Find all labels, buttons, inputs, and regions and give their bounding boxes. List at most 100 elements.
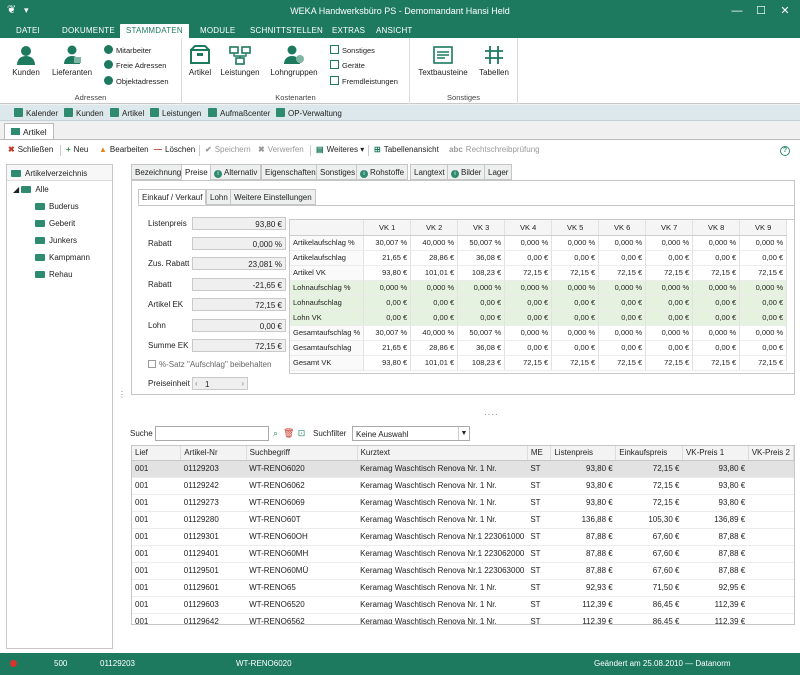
rabatt-amount-field[interactable]: -21,65 €: [192, 278, 286, 291]
vk-cell[interactable]: 0,00 €: [551, 250, 600, 266]
menu-module[interactable]: MODULE: [200, 26, 235, 35]
lieferanten-button[interactable]: Lieferanten: [50, 44, 94, 77]
splitter-handle[interactable]: ⋮: [118, 390, 126, 399]
vk-cell[interactable]: 0,000 %: [551, 280, 600, 296]
doc-tab-artikel[interactable]: Artikel: [4, 123, 54, 139]
rechtschreib-button[interactable]: abc Rechtschreibprüfung: [449, 145, 540, 154]
list-col-artikel-nr[interactable]: Artikel-Nr: [180, 446, 247, 461]
vk-cell[interactable]: 0,00 €: [551, 340, 600, 356]
vk-cell[interactable]: 40,000 %: [410, 325, 459, 341]
vk-cell[interactable]: 72,15 €: [692, 265, 741, 281]
vk-cell[interactable]: 0,000 %: [598, 280, 647, 296]
table-row[interactable]: 001 01129603 WT-RENO6520 Keramag Waschtisch…: [132, 596, 794, 614]
search-input[interactable]: [155, 426, 269, 441]
vk-col-header[interactable]: VK 8: [692, 220, 741, 236]
vk-cell[interactable]: 72,15 €: [551, 265, 600, 281]
list-col-kurztext[interactable]: Kurztext: [357, 446, 528, 461]
quick-op-verwaltung[interactable]: OP-Verwaltung: [276, 108, 342, 118]
vk-cell[interactable]: 0,00 €: [457, 295, 506, 311]
vk-cell[interactable]: 0,00 €: [645, 310, 694, 326]
vk-cell[interactable]: 72,15 €: [692, 355, 741, 371]
vk-cell[interactable]: 36,08 €: [457, 250, 506, 266]
lohn-field[interactable]: 0,00 €: [192, 319, 286, 332]
vk-cell[interactable]: 0,000 %: [692, 235, 741, 251]
vk-cell[interactable]: 0,00 €: [598, 250, 647, 266]
vk-cell[interactable]: 0,000 %: [457, 280, 506, 296]
menu-datei[interactable]: DATEI: [16, 26, 40, 35]
artikel-button[interactable]: Artikel: [185, 44, 215, 77]
vk-cell[interactable]: 28,86 €: [410, 340, 459, 356]
table-row[interactable]: 001 01129601 WT-RENO65 Keramag Waschtisch R…: [132, 579, 794, 597]
vk-cell[interactable]: 72,15 €: [598, 355, 647, 371]
list-col-listenpreis[interactable]: Listenpreis: [550, 446, 617, 461]
weiteres-button[interactable]: ▤ Weiteres ▾: [316, 145, 364, 154]
artikel-ek-field[interactable]: 72,15 €: [192, 298, 286, 311]
freie-adressen-button[interactable]: Freie Adressen: [104, 60, 166, 70]
vk-cell[interactable]: 50,007 %: [457, 235, 506, 251]
vk-cell[interactable]: 0,000 %: [551, 235, 600, 251]
aufschlag-checkbox[interactable]: %-Satz "Aufschlag" beibehalten: [148, 360, 271, 369]
quick-artikel[interactable]: Artikel: [110, 108, 144, 118]
summe-ek-field[interactable]: 72,15 €: [192, 339, 286, 352]
quick-leistungen[interactable]: Leistungen: [150, 108, 201, 118]
tab-alternativ[interactable]: i Alternativ: [210, 164, 262, 180]
zus-rabatt-field[interactable]: 23,081 %: [192, 257, 286, 270]
vk-cell[interactable]: 21,65 €: [363, 250, 412, 266]
vk-cell[interactable]: 0,00 €: [551, 310, 600, 326]
horizontal-splitter[interactable]: ····: [484, 410, 499, 419]
quick-kalender[interactable]: Kalender: [14, 108, 58, 118]
list-col-vk-preis-2[interactable]: VK-Preis 2: [748, 446, 794, 461]
vk-cell[interactable]: 93,80 €: [363, 355, 412, 371]
menu-extras[interactable]: EXTRAS: [332, 26, 365, 35]
table-row[interactable]: 001 01129501 WT-RENO60MÜ Keramag Waschtisch…: [132, 562, 794, 580]
vk-cell[interactable]: 72,15 €: [645, 355, 694, 371]
vk-col-header[interactable]: VK 5: [551, 220, 600, 236]
checkbox-box[interactable]: [148, 360, 156, 368]
vk-cell[interactable]: 0,000 %: [645, 280, 694, 296]
list-col-einkaufspreis[interactable]: Einkaufspreis: [615, 446, 683, 461]
tree-node-rehau[interactable]: Rehau: [7, 266, 112, 283]
vk-cell[interactable]: 0,00 €: [692, 295, 741, 311]
kunden-button[interactable]: Kunden: [8, 44, 44, 77]
maximize-button[interactable]: ☐: [750, 0, 772, 22]
vk-cell[interactable]: 101,01 €: [410, 265, 459, 281]
list-col-lief[interactable]: Lief: [132, 446, 182, 461]
vk-cell[interactable]: 0,000 %: [739, 325, 788, 341]
vk-cell[interactable]: 0,00 €: [645, 340, 694, 356]
vk-cell[interactable]: 0,000 %: [504, 235, 553, 251]
vk-cell[interactable]: 0,000 %: [645, 235, 694, 251]
vk-cell[interactable]: 72,15 €: [739, 355, 788, 371]
vk-cell[interactable]: 101,01 €: [410, 355, 459, 371]
preiseinheit-stepper[interactable]: ‹ 1 ›: [192, 377, 248, 390]
vk-cell[interactable]: 36,08 €: [457, 340, 506, 356]
vk-cell[interactable]: 30,007 %: [363, 325, 412, 341]
vk-cell[interactable]: 0,000 %: [692, 280, 741, 296]
sonstiges-button[interactable]: Sonstiges: [330, 45, 375, 55]
vk-cell[interactable]: 0,000 %: [739, 280, 788, 296]
vk-cell[interactable]: 0,00 €: [457, 310, 506, 326]
table-row[interactable]: 001 01129401 WT-RENO60MH Keramag Waschtisch…: [132, 545, 794, 563]
subtab-lohn[interactable]: Lohn: [206, 189, 232, 205]
vk-cell[interactable]: 0,00 €: [551, 295, 600, 311]
tab-eigenschaften[interactable]: Eigenschaften: [261, 164, 320, 180]
vk-cell[interactable]: 0,00 €: [504, 295, 553, 311]
filter-select[interactable]: Keine Auswahl ▼: [352, 426, 470, 441]
vk-cell[interactable]: 0,00 €: [692, 340, 741, 356]
vk-cell[interactable]: 0,000 %: [551, 325, 600, 341]
list-col-suchbegriff[interactable]: Suchbegriff: [246, 446, 358, 461]
vk-cell[interactable]: 0,00 €: [692, 250, 741, 266]
vk-col-header[interactable]: VK 9: [739, 220, 788, 236]
vk-cell[interactable]: 72,15 €: [504, 355, 553, 371]
vk-cell[interactable]: 0,00 €: [739, 250, 788, 266]
vk-cell[interactable]: 28,86 €: [410, 250, 459, 266]
list-col-me[interactable]: ME: [527, 446, 552, 461]
vk-col-header[interactable]: VK 4: [504, 220, 553, 236]
vk-cell[interactable]: 40,000 %: [410, 235, 459, 251]
menu-stammdaten[interactable]: STAMMDATEN: [120, 24, 189, 38]
tabellen-button[interactable]: Tabellen: [476, 44, 512, 77]
tree-node-junkers[interactable]: Junkers: [7, 232, 112, 249]
vk-cell[interactable]: 0,000 %: [504, 325, 553, 341]
vk-col-header[interactable]: VK 3: [457, 220, 506, 236]
close-button[interactable]: ✕: [774, 0, 796, 22]
vk-cell[interactable]: 0,000 %: [598, 235, 647, 251]
